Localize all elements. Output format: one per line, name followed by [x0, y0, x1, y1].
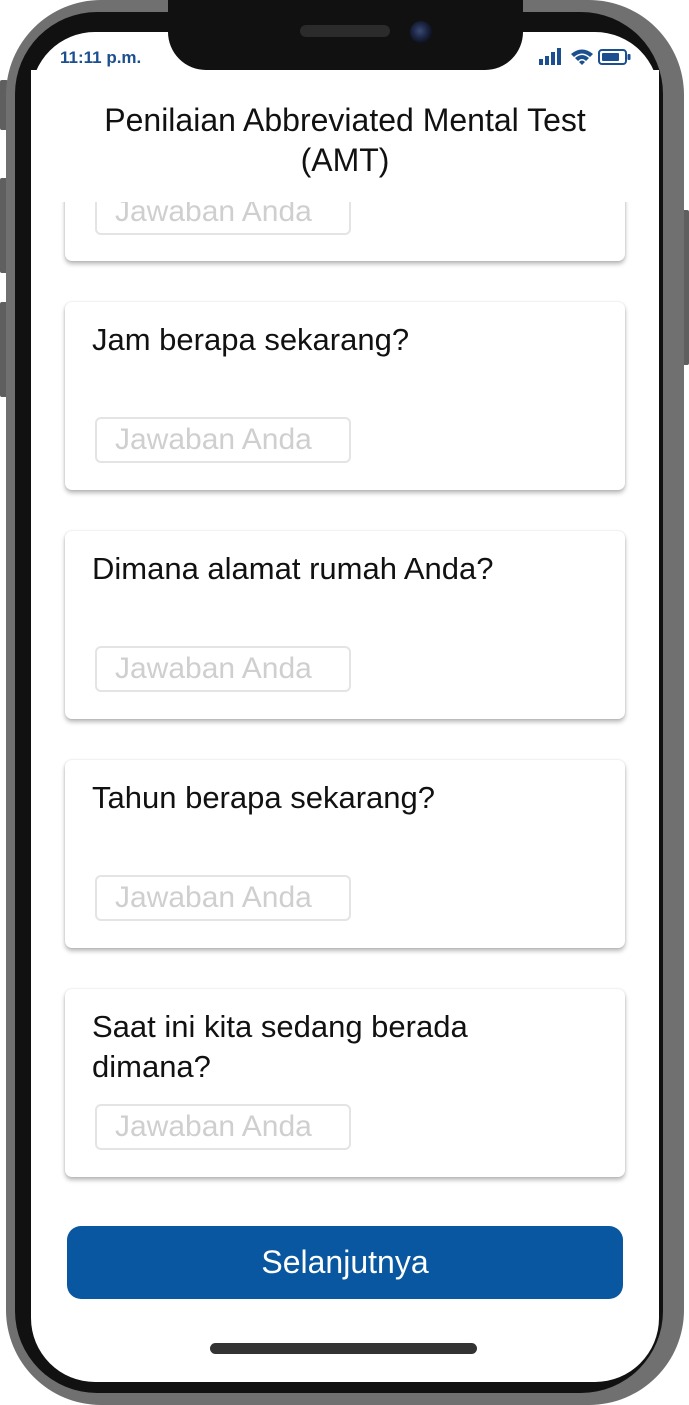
answer-input[interactable] [95, 875, 351, 921]
page-title-line1: Penilaian Abbreviated Mental Test [104, 102, 586, 138]
question-label: Saat ini kita sedang berada dimana? [92, 1007, 602, 1087]
page-header: Penilaian Abbreviated Mental Test (AMT) [31, 70, 659, 202]
signal-icon [539, 48, 561, 65]
question-label: Tahun berapa sekarang? [92, 780, 435, 815]
wifi-icon [571, 49, 593, 65]
page-title: Penilaian Abbreviated Mental Test (AMT) [31, 100, 659, 180]
home-indicator [210, 1343, 477, 1354]
answer-input[interactable] [95, 417, 351, 463]
answer-input[interactable] [95, 1104, 351, 1150]
status-icons [538, 46, 633, 68]
status-time: 11:11 p.m. [60, 48, 142, 67]
question-card: Tahun berapa sekarang? [65, 760, 625, 948]
speaker-grille [300, 25, 390, 37]
question-label: Dimana alamat rumah Anda? [92, 551, 494, 586]
question-label-line1: Saat ini kita sedang berada [92, 1009, 468, 1044]
question-card: Jam berapa sekarang? [65, 302, 625, 490]
front-camera [410, 21, 432, 43]
question-label-line2: dimana? [92, 1049, 211, 1084]
question-card: Dimana alamat rumah Anda? [65, 531, 625, 719]
question-label: Jam berapa sekarang? [92, 322, 410, 357]
next-button[interactable]: Selanjutnya [67, 1226, 623, 1299]
question-card: Saat ini kita sedang berada dimana? [65, 989, 625, 1177]
device-mockup: 11:11 p.m. Penilaian Abbreviated Mental … [0, 0, 689, 1405]
battery-icon [598, 49, 631, 65]
answer-input[interactable] [95, 646, 351, 692]
page-title-line2: (AMT) [300, 142, 390, 178]
